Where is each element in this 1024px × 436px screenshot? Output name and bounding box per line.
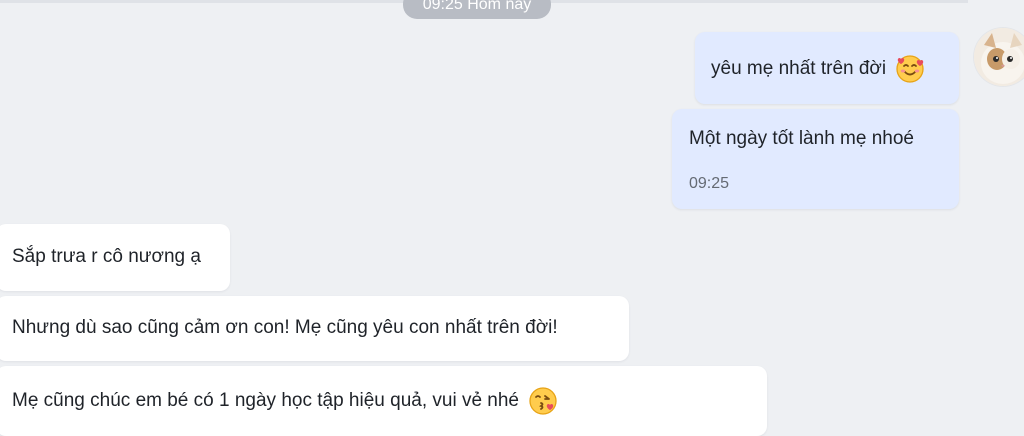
received-message[interactable]: Sắp trưa r cô nương ạ <box>0 224 230 291</box>
smiling-face-with-hearts-emoji-icon <box>895 54 925 84</box>
message-time: 09:25 <box>689 175 730 192</box>
message-text: Nhưng dù sao cũng cảm ơn con! Mẹ cũng yê… <box>12 317 558 338</box>
avatar[interactable] <box>974 28 1024 86</box>
sent-message[interactable]: Một ngày tốt lành mẹ nhoé 09:25 <box>672 109 959 209</box>
received-message[interactable]: Mẹ cũng chúc em bé có 1 ngày học tập hiệ… <box>0 366 767 436</box>
date-time-separator: 09:25 Hôm nay <box>403 0 551 19</box>
message-text: Một ngày tốt lành mẹ nhoé <box>689 128 914 149</box>
kiss-face-emoji-icon <box>528 386 558 416</box>
message-text: yêu mẹ nhất trên đời <box>711 58 887 79</box>
received-message[interactable]: Nhưng dù sao cũng cảm ơn con! Mẹ cũng yê… <box>0 296 629 361</box>
sent-message[interactable]: yêu mẹ nhất trên đời <box>695 32 959 104</box>
message-text: Mẹ cũng chúc em bé có 1 ngày học tập hiệ… <box>12 390 519 411</box>
cat-avatar-icon <box>974 28 1024 86</box>
message-text: Sắp trưa r cô nương ạ <box>12 246 201 267</box>
